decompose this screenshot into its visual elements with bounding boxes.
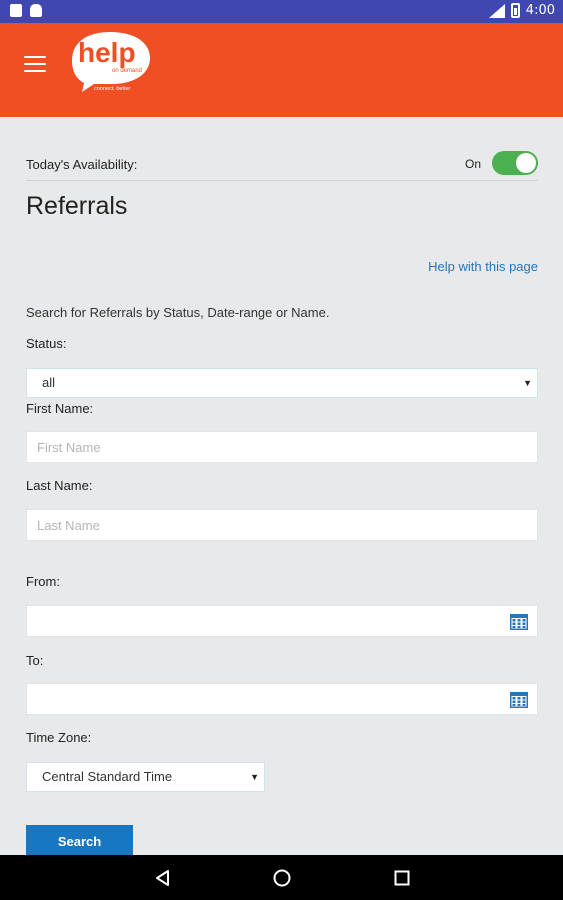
timezone-select[interactable]: Central Standard Time ▼ xyxy=(26,762,265,792)
search-button[interactable]: Search xyxy=(26,825,133,857)
signal-icon xyxy=(488,3,505,18)
help-link[interactable]: Help with this page xyxy=(428,259,538,274)
chevron-down-icon: ▼ xyxy=(523,378,532,388)
recents-square-icon[interactable] xyxy=(392,868,412,888)
first-name-input[interactable] xyxy=(26,431,538,463)
back-triangle-icon[interactable] xyxy=(153,868,173,888)
battery-icon xyxy=(510,3,520,18)
availability-row: Today's Availability: On xyxy=(26,151,538,181)
hamburger-menu-icon[interactable] xyxy=(24,56,46,72)
notification-android-icon xyxy=(30,4,42,17)
intro-text: Search for Referrals by Status, Date-ran… xyxy=(26,305,330,320)
help-on-demand-logo: help on demand connect. better xyxy=(72,32,150,92)
clock: 4:00 xyxy=(525,3,555,18)
notification-file-icon xyxy=(10,4,22,17)
calendar-icon[interactable] xyxy=(510,613,528,630)
logo-sub: on demand xyxy=(112,68,142,74)
home-circle-icon[interactable] xyxy=(272,868,292,888)
availability-toggle[interactable] xyxy=(492,151,538,175)
status-selected-value: all xyxy=(42,375,56,390)
system-indicators: 4:00 xyxy=(488,3,555,18)
calendar-icon[interactable] xyxy=(510,691,528,708)
from-date-input[interactable] xyxy=(26,605,538,637)
app-header: help on demand connect. better xyxy=(0,23,563,117)
from-label: From: xyxy=(26,574,60,589)
last-name-label: Last Name: xyxy=(26,478,93,493)
status-select[interactable]: all ▼ xyxy=(26,368,538,398)
logo-word: help xyxy=(78,37,136,68)
first-name-label: First Name: xyxy=(26,401,94,416)
availability-label: Today's Availability: xyxy=(26,157,138,172)
to-date-input[interactable] xyxy=(26,683,538,715)
to-label: To: xyxy=(26,653,44,668)
availability-state: On xyxy=(464,157,481,171)
timezone-label: Time Zone: xyxy=(26,730,92,745)
timezone-selected-value: Central Standard Time xyxy=(42,769,173,784)
chevron-down-icon: ▼ xyxy=(250,772,259,782)
last-name-input[interactable] xyxy=(26,509,538,541)
system-status-bar: 4:00 xyxy=(0,0,563,23)
toggle-knob xyxy=(516,153,536,173)
page-title: Referrals xyxy=(26,192,128,220)
notification-icons xyxy=(10,4,42,17)
status-label: Status: xyxy=(26,336,67,351)
system-navigation-bar xyxy=(0,855,563,900)
logo-tagline: connect. better xyxy=(94,86,131,92)
